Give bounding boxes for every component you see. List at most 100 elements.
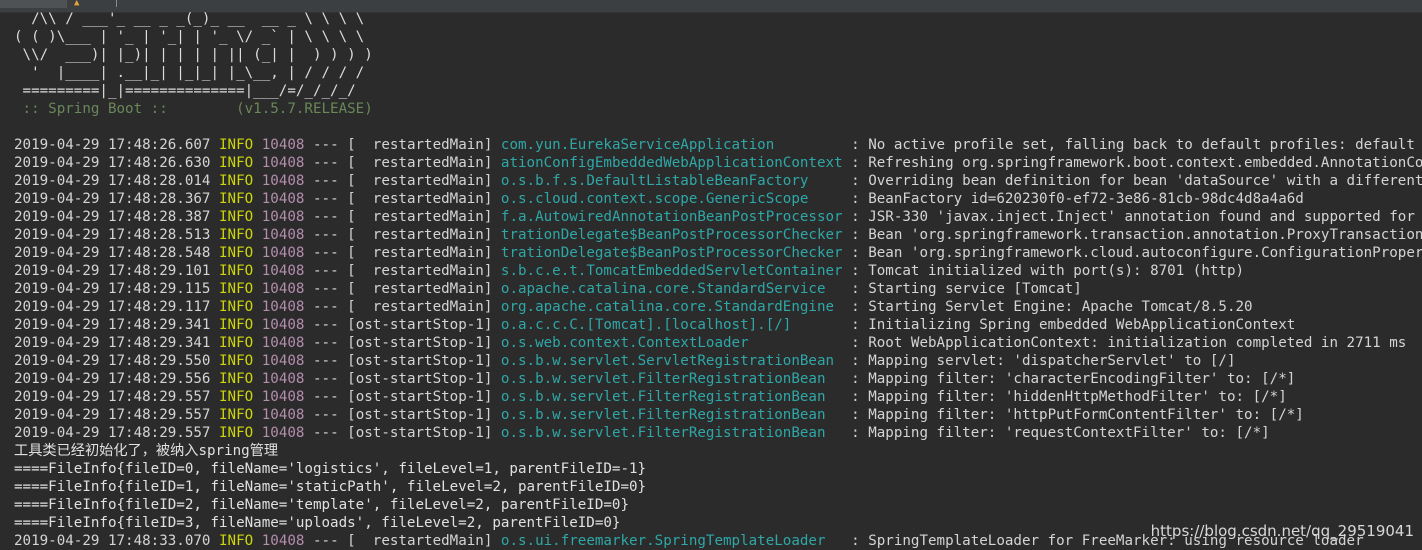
log-line: 2019-04-29 17:48:29.557 INFO 10408 --- [… [14,407,1304,423]
thread-name: ost-startStop-1 [355,317,484,333]
log-timestamp: 2019-04-29 17:48:26.607 [14,137,211,153]
stdout-line: ====FileInfo{fileID=0, fileName='logisti… [14,461,647,477]
log-level: INFO [219,335,254,351]
process-id: 10408 [261,263,305,279]
log-line: 2019-04-29 17:48:28.513 INFO 10408 --- [… [14,226,1422,244]
stdout-line: ====FileInfo{fileID=1, fileName='staticP… [14,479,647,495]
logger-name: o.s.ui.freemarker.SpringTemplateLoader [500,533,843,549]
process-id: 10408 [261,425,305,441]
spring-boot-banner: /\\ / ___'_ __ _ _(_)_ __ __ _ \ \ \ \ ( … [14,10,1422,100]
log-message: Starting Servlet Engine: Apache Tomcat/8… [868,299,1253,315]
process-id: 10408 [261,335,305,351]
log-timestamp: 2019-04-29 17:48:33.070 [14,533,211,549]
thread-name: restartedMain [355,137,484,153]
process-id: 10408 [261,407,305,423]
thread-name: ost-startStop-1 [355,425,484,441]
log-line: 2019-04-29 17:48:29.556 INFO 10408 --- [… [14,371,1296,387]
thread-name: ost-startStop-1 [355,407,484,423]
log-level: INFO [219,533,254,549]
log-level: INFO [219,425,254,441]
logger-name: o.apache.catalina.core.StandardService [500,281,843,297]
thread-name: restartedMain [355,533,484,549]
log-timestamp: 2019-04-29 17:48:29.117 [14,299,211,315]
process-id: 10408 [261,191,305,207]
log-message: Refreshing org.springframework.boot.cont… [868,155,1422,171]
log-message: Bean 'org.springframework.cloud.autoconf… [868,245,1422,261]
thread-name: restartedMain [355,227,484,243]
log-timestamp: 2019-04-29 17:48:29.557 [14,407,211,423]
banner-art-line: =========|_|==============|___/=/_/_/_/ [14,83,356,99]
log-level: INFO [219,191,254,207]
logger-name: f.a.AutowiredAnnotationBeanPostProcessor [500,209,843,225]
log-level: INFO [219,317,254,333]
log-level: INFO [219,263,254,279]
logger-name: o.s.b.w.servlet.ServletRegistrationBean [500,353,843,369]
logger-name: trationDelegate$BeanPostProcessorChecker [500,245,843,261]
log-message: Overriding bean definition for bean 'dat… [868,173,1422,189]
tab-separator [116,0,117,7]
process-id: 10408 [261,299,305,315]
log-level: INFO [219,281,254,297]
log-line: 2019-04-29 17:48:29.101 INFO 10408 --- [… [14,263,1245,279]
logger-name: o.s.web.context.ContextLoader [500,335,843,351]
thread-name: ost-startStop-1 [355,353,484,369]
banner-art-line: /\\ / ___'_ __ _ _(_)_ __ __ _ \ \ \ \ [14,11,365,27]
logger-name: o.s.cloud.context.scope.GenericScope [500,191,843,207]
log-timestamp: 2019-04-29 17:48:29.556 [14,371,211,387]
log-level: INFO [219,353,254,369]
run-config-icon[interactable]: ▲ [74,0,86,7]
log-level: INFO [219,209,254,225]
log-timestamp: 2019-04-29 17:48:28.548 [14,245,211,261]
log-timestamp: 2019-04-29 17:48:29.557 [14,425,211,441]
thread-name: ost-startStop-1 [355,371,484,387]
log-line: 2019-04-29 17:48:29.117 INFO 10408 --- [… [14,299,1253,315]
stdout-line: 工具类已经初始化了，被纳入spring管理 [14,443,279,459]
logger-name: o.s.b.w.servlet.FilterRegistrationBean [500,425,843,441]
log-timestamp: 2019-04-29 17:48:29.101 [14,263,211,279]
log-line: 2019-04-29 17:48:28.367 INFO 10408 --- [… [14,191,1304,207]
logger-name: org.apache.catalina.core.StandardEngine [500,299,843,315]
logger-name: o.s.b.w.servlet.FilterRegistrationBean [500,371,843,387]
process-id: 10408 [261,533,305,549]
process-id: 10408 [261,353,305,369]
logger-name: o.s.b.w.servlet.FilterRegistrationBean [500,407,843,423]
logger-name: s.b.c.e.t.TomcatEmbeddedServletContainer [500,263,843,279]
logger-name: trationDelegate$BeanPostProcessorChecker [500,227,843,243]
log-timestamp: 2019-04-29 17:48:28.014 [14,173,211,189]
log-message: Mapping filter: 'requestContextFilter' t… [868,425,1270,441]
process-id: 10408 [261,227,305,243]
log-line: 2019-04-29 17:48:26.607 INFO 10408 --- [… [14,137,1415,153]
thread-name: ost-startStop-1 [355,335,484,351]
thread-name: restartedMain [355,263,484,279]
log-timestamp: 2019-04-29 17:48:28.367 [14,191,211,207]
thread-name: restartedMain [355,299,484,315]
thread-name: restartedMain [355,155,484,171]
log-line: 2019-04-29 17:48:28.387 INFO 10408 --- [… [14,208,1422,226]
log-line: 2019-04-29 17:48:29.557 INFO 10408 --- [… [14,425,1270,441]
log-message: Mapping filter: 'characterEncodingFilter… [868,371,1296,387]
log-level: INFO [219,371,254,387]
console-tab[interactable] [0,0,67,8]
process-id: 10408 [261,137,305,153]
stdout-line: ====FileInfo{fileID=2, fileName='templat… [14,497,629,513]
log-timestamp: 2019-04-29 17:48:29.550 [14,353,211,369]
logger-name: o.a.c.c.C.[Tomcat].[localhost].[/] [500,317,843,333]
log-message: Mapping filter: 'hiddenHttpMethodFilter'… [868,389,1287,405]
log-timestamp: 2019-04-29 17:48:29.341 [14,335,211,351]
thread-name: ost-startStop-1 [355,389,484,405]
log-message: JSR-330 'javax.inject.Inject' annotation… [868,209,1415,225]
log-timestamp: 2019-04-29 17:48:29.341 [14,317,211,333]
process-id: 10408 [261,317,305,333]
log-message: Mapping filter: 'httpPutFormContentFilte… [868,407,1304,423]
banner-art-line: ( ( )\___ | '_ | '_| | '_ \/ _` | \ \ \ … [14,29,365,45]
log-line: 2019-04-29 17:48:29.557 INFO 10408 --- [… [14,389,1287,405]
console-output[interactable]: /\\ / ___'_ __ _ _(_)_ __ __ _ \ \ \ \ ( … [14,10,1422,550]
log-message: Bean 'org.springframework.transaction.an… [868,227,1422,243]
log-timestamp: 2019-04-29 17:48:29.557 [14,389,211,405]
thread-name: restartedMain [355,191,484,207]
log-timestamp: 2019-04-29 17:48:29.115 [14,281,211,297]
logger-name: o.s.b.f.s.DefaultListableBeanFactory [500,173,843,189]
log-line: 2019-04-29 17:48:29.550 INFO 10408 --- [… [14,353,1236,369]
log-message: No active profile set, falling back to d… [868,137,1415,153]
log-level: INFO [219,137,254,153]
